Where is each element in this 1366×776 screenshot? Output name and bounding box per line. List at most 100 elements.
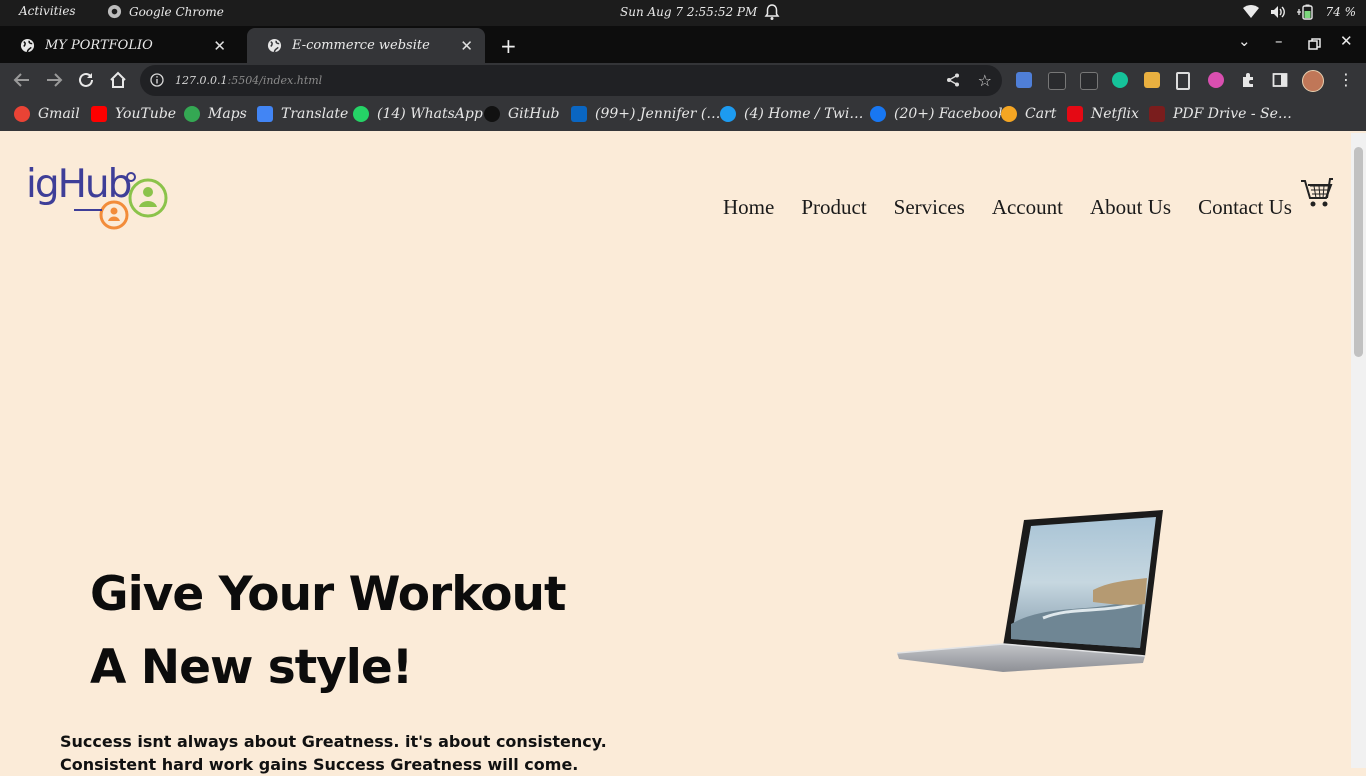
site-info-icon[interactable]	[150, 73, 164, 87]
chrome-icon	[107, 4, 122, 19]
hero-paragraph: Success isnt always about Greatness. it'…	[60, 732, 607, 774]
bookmark-label: GitHub	[508, 106, 560, 122]
tab-title: MY PORTFOLIO	[45, 38, 153, 53]
notification-bell-icon[interactable]	[764, 3, 780, 21]
hero-line-1: Give Your Workout	[90, 567, 566, 622]
bookmark-translate[interactable]: Translate	[257, 106, 348, 122]
side-panel-icon[interactable]	[1272, 72, 1288, 88]
extension-grammarly-icon[interactable]	[1112, 72, 1128, 88]
gmail-icon	[14, 106, 30, 122]
tab-strip: MY PORTFOLIO ✕ E-commerce website ✕ + ⌄ …	[0, 26, 1366, 63]
whatsapp-icon	[353, 106, 369, 122]
bookmark-label: (20+) Facebook	[894, 106, 1007, 122]
battery-icon	[1296, 4, 1313, 20]
web-page: igHub Home Product Services Account Abou…	[0, 133, 1351, 774]
back-icon[interactable]	[13, 71, 31, 89]
logo-people-icon	[74, 172, 168, 230]
bookmark-whatsapp[interactable]: (14) WhatsApp	[353, 106, 483, 122]
maps-icon	[184, 106, 200, 122]
nav-contact-us[interactable]: Contact Us	[1198, 195, 1292, 220]
globe-icon	[20, 38, 35, 53]
extension-colorful-icon[interactable]	[1144, 72, 1160, 88]
minimize-window-icon[interactable]: –	[1275, 32, 1283, 50]
page-scrollbar[interactable]	[1351, 133, 1366, 768]
main-nav: Home Product Services Account About Us C…	[723, 195, 1292, 220]
close-tab-icon[interactable]: ✕	[460, 37, 473, 55]
tab-ecommerce-website[interactable]: E-commerce website ✕	[247, 28, 485, 63]
extension-device-icon[interactable]	[1176, 72, 1190, 90]
profile-avatar[interactable]	[1302, 70, 1324, 92]
tab-title: E-commerce website	[292, 38, 430, 53]
restore-window-icon[interactable]	[1308, 38, 1321, 50]
bookmark-label: PDF Drive - Se…	[1173, 106, 1292, 122]
menu-kebab-icon[interactable]: ⋮	[1338, 70, 1354, 89]
tab-search-chevron-icon[interactable]: ⌄	[1238, 32, 1251, 50]
globe-icon	[267, 38, 282, 53]
bookmark-youtube[interactable]: YouTube	[91, 106, 176, 122]
browser-toolbar: 127.0.0.1:5504/index.html ☆ ⋮	[0, 63, 1366, 98]
hero-line-2: A New style!	[90, 640, 413, 695]
nav-about-us[interactable]: About Us	[1090, 195, 1171, 220]
bookmark-label: Gmail	[38, 106, 80, 122]
bookmark-label: (99+) Jennifer (…	[595, 106, 721, 122]
bookmark-label: (4) Home / Twi…	[744, 106, 864, 122]
nav-services[interactable]: Services	[894, 195, 965, 220]
url-path: :5504/index.html	[227, 74, 323, 87]
nav-account[interactable]: Account	[992, 195, 1063, 220]
pdfdrive-icon	[1149, 106, 1165, 122]
bookmark-pdf-drive[interactable]: PDF Drive - Se…	[1149, 106, 1292, 122]
close-tab-icon[interactable]: ✕	[213, 37, 226, 55]
app-name: Google Chrome	[129, 4, 224, 19]
facebook-icon	[870, 106, 886, 122]
bookmark-twitter[interactable]: (4) Home / Twi…	[720, 106, 863, 122]
url-text[interactable]: 127.0.0.1:5504/index.html	[175, 74, 322, 87]
forward-icon[interactable]	[45, 71, 63, 89]
extensions-puzzle-icon[interactable]	[1240, 72, 1256, 88]
bookmark-label: Netflix	[1091, 106, 1139, 122]
extension-colorpicker-icon[interactable]	[1208, 72, 1224, 88]
bookmark-gmail[interactable]: Gmail	[14, 106, 80, 122]
scrollbar-thumb[interactable]	[1354, 147, 1363, 357]
bookmark-label: Cart	[1025, 106, 1057, 122]
bookmark-maps[interactable]: Maps	[184, 106, 247, 122]
twitter-icon	[720, 106, 736, 122]
bookmark-cart[interactable]: Cart	[1001, 106, 1056, 122]
youtube-icon	[91, 106, 107, 122]
laptop-image	[896, 510, 1163, 672]
reload-icon[interactable]	[77, 71, 95, 89]
bookmark-star-icon[interactable]: ☆	[978, 71, 992, 90]
new-tab-button[interactable]: +	[500, 34, 517, 58]
shopping-cart-icon[interactable]	[1300, 177, 1334, 209]
os-top-bar: Activities Google Chrome Sun Aug 7 2:55:…	[0, 0, 1366, 26]
bookmark-netflix[interactable]: Netflix	[1067, 106, 1139, 122]
nav-product[interactable]: Product	[801, 195, 866, 220]
github-icon	[484, 106, 500, 122]
bookmark-github[interactable]: GitHub	[484, 106, 559, 122]
bookmark-linkedin[interactable]: (99+) Jennifer (…	[571, 106, 720, 122]
battery-percent: 74 %	[1325, 5, 1357, 19]
address-bar[interactable]: 127.0.0.1:5504/index.html ☆	[140, 65, 1002, 96]
bookmark-label: Maps	[208, 106, 247, 122]
nav-home[interactable]: Home	[723, 195, 774, 220]
cart-star-icon	[1001, 106, 1017, 122]
site-logo[interactable]: igHub	[24, 163, 174, 233]
extension-font-icon[interactable]	[1080, 72, 1098, 90]
netflix-icon	[1067, 106, 1083, 122]
extension-translate-icon[interactable]	[1016, 72, 1032, 88]
bookmarks-bar: Gmail YouTube Maps Translate (14) WhatsA…	[0, 98, 1366, 131]
share-icon[interactable]	[946, 73, 960, 87]
bookmark-label: YouTube	[115, 106, 177, 122]
home-icon[interactable]	[109, 71, 127, 89]
system-tray[interactable]: 74 %	[1242, 4, 1357, 20]
clock[interactable]: Sun Aug 7 2:55:52 PM	[620, 5, 757, 19]
bookmark-label: (14) WhatsApp	[377, 106, 483, 122]
tab-my-portfolio[interactable]: MY PORTFOLIO ✕	[0, 28, 238, 63]
bookmark-facebook[interactable]: (20+) Facebook	[870, 106, 1006, 122]
extension-dictionary-icon[interactable]	[1048, 72, 1066, 90]
close-window-icon[interactable]: ✕	[1340, 32, 1353, 50]
wifi-icon	[1242, 5, 1259, 18]
linkedin-icon	[571, 106, 587, 122]
volume-icon	[1270, 6, 1285, 18]
active-app-indicator[interactable]: Google Chrome	[107, 4, 224, 19]
activities-button[interactable]: Activities	[19, 4, 76, 18]
